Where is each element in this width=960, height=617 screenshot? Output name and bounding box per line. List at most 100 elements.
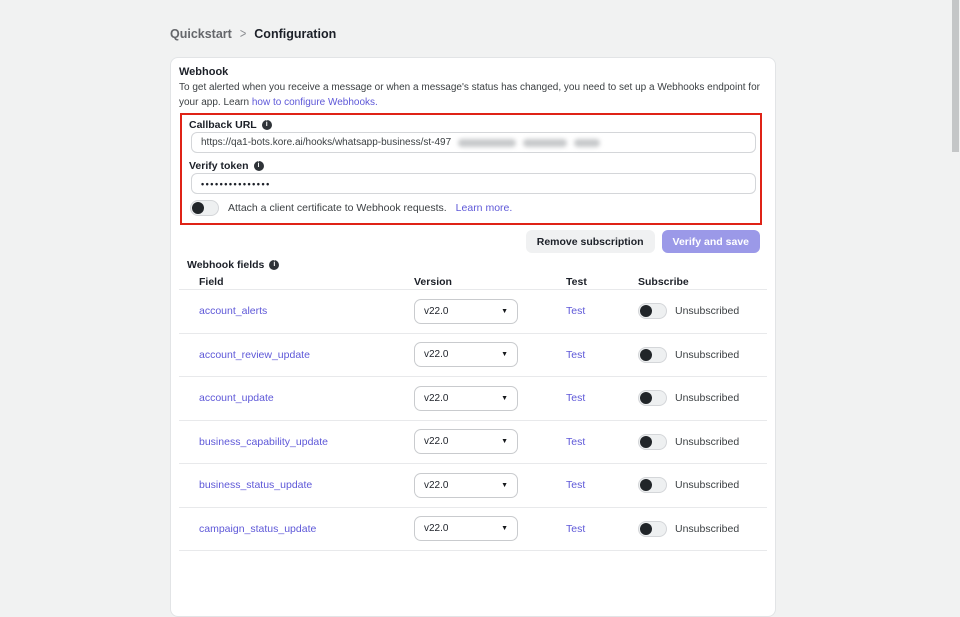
version-value: v22.0 bbox=[424, 523, 448, 534]
subscribe-status-label: Unsubscribed bbox=[675, 523, 739, 535]
callback-url-input[interactable]: https://qa1-bots.kore.ai/hooks/whatsapp-… bbox=[191, 132, 756, 153]
subscribe-cell: Unsubscribed bbox=[638, 303, 759, 319]
field-link[interactable]: account_update bbox=[199, 392, 414, 404]
subscribe-status-label: Unsubscribed bbox=[675, 349, 739, 361]
webhook-description: To get alerted when you receive a messag… bbox=[179, 81, 767, 110]
chevron-down-icon: ▼ bbox=[501, 525, 508, 532]
chevron-down-icon: ▼ bbox=[501, 351, 508, 358]
column-header-test: Test bbox=[566, 276, 638, 288]
field-link[interactable]: campaign_status_update bbox=[199, 523, 414, 535]
version-select[interactable]: v22.0 ▼ bbox=[414, 429, 518, 454]
version-value: v22.0 bbox=[424, 306, 448, 317]
breadcrumb-current-page: Configuration bbox=[254, 27, 336, 41]
redacted-url-blur bbox=[574, 139, 600, 147]
chevron-right-icon: > bbox=[240, 27, 246, 42]
version-value: v22.0 bbox=[424, 436, 448, 447]
version-value: v22.0 bbox=[424, 349, 448, 360]
table-row: account_alerts v22.0 ▼ Test Unsubscribed bbox=[179, 290, 767, 334]
verify-token-masked-value: ••••••••••••••• bbox=[201, 179, 271, 189]
learn-more-link[interactable]: Learn more. bbox=[456, 202, 513, 214]
version-select[interactable]: v22.0 ▼ bbox=[414, 299, 518, 324]
client-certificate-toggle[interactable] bbox=[190, 200, 219, 216]
subscribe-cell: Unsubscribed bbox=[638, 477, 759, 493]
column-header-version: Version bbox=[414, 276, 566, 288]
field-link[interactable]: business_capability_update bbox=[199, 436, 414, 448]
toggle-knob-icon bbox=[640, 305, 652, 317]
callback-url-label: Callback URL i bbox=[182, 115, 760, 132]
table-row: business_status_update v22.0 ▼ Test Unsub… bbox=[179, 464, 767, 508]
subscribe-toggle[interactable] bbox=[638, 477, 667, 493]
chevron-down-icon: ▼ bbox=[501, 482, 508, 489]
test-link[interactable]: Test bbox=[566, 349, 638, 361]
test-link[interactable]: Test bbox=[566, 523, 638, 535]
column-header-field: Field bbox=[199, 276, 414, 288]
subscribe-status-label: Unsubscribed bbox=[675, 479, 739, 491]
subscribe-cell: Unsubscribed bbox=[638, 434, 759, 450]
info-icon[interactable]: i bbox=[254, 161, 264, 171]
info-icon[interactable]: i bbox=[262, 120, 272, 130]
scrollbar[interactable] bbox=[951, 0, 960, 540]
info-icon[interactable]: i bbox=[269, 260, 279, 270]
validation-highlight-box: Callback URL i https://qa1-bots.kore.ai/… bbox=[180, 113, 762, 225]
subscribe-status-label: Unsubscribed bbox=[675, 392, 739, 404]
version-select[interactable]: v22.0 ▼ bbox=[414, 342, 518, 367]
subscribe-cell: Unsubscribed bbox=[638, 521, 759, 537]
webhook-fields-title: Webhook fields i bbox=[187, 258, 767, 271]
client-certificate-label: Attach a client certificate to Webhook r… bbox=[228, 202, 447, 214]
test-link[interactable]: Test bbox=[566, 392, 638, 404]
subscribe-cell: Unsubscribed bbox=[638, 390, 759, 406]
toggle-knob-icon bbox=[640, 523, 652, 535]
version-select[interactable]: v22.0 ▼ bbox=[414, 473, 518, 498]
field-link[interactable]: business_status_update bbox=[199, 479, 414, 491]
version-select[interactable]: v22.0 ▼ bbox=[414, 516, 518, 541]
toggle-knob-icon bbox=[640, 479, 652, 491]
table-row: campaign_status_update v22.0 ▼ Test Unsub… bbox=[179, 508, 767, 552]
callback-url-label-text: Callback URL bbox=[189, 119, 257, 131]
table-row: account_update v22.0 ▼ Test Unsubscribed bbox=[179, 377, 767, 421]
test-link[interactable]: Test bbox=[566, 436, 638, 448]
webhook-actions: Remove subscription Verify and save bbox=[179, 230, 760, 253]
subscribe-toggle[interactable] bbox=[638, 347, 667, 363]
breadcrumb: Quickstart > Configuration bbox=[170, 27, 336, 41]
client-certificate-row: Attach a client certificate to Webhook r… bbox=[182, 197, 760, 223]
verify-token-input[interactable]: ••••••••••••••• bbox=[191, 173, 756, 194]
webhook-configuration-card: Webhook To get alerted when you receive … bbox=[170, 57, 776, 617]
callback-url-value: https://qa1-bots.kore.ai/hooks/whatsapp-… bbox=[201, 137, 451, 148]
verify-and-save-button[interactable]: Verify and save bbox=[662, 230, 760, 253]
table-row: business_capability_update v22.0 ▼ Test U… bbox=[179, 421, 767, 465]
test-link[interactable]: Test bbox=[566, 479, 638, 491]
verify-token-label-text: Verify token bbox=[189, 160, 249, 172]
webhook-section-title: Webhook bbox=[179, 66, 767, 78]
chevron-down-icon: ▼ bbox=[501, 308, 508, 315]
version-value: v22.0 bbox=[424, 480, 448, 491]
webhook-fields-title-text: Webhook fields bbox=[187, 259, 264, 271]
table-header-row: Field Version Test Subscribe bbox=[179, 274, 767, 290]
subscribe-cell: Unsubscribed bbox=[638, 347, 759, 363]
subscribe-status-label: Unsubscribed bbox=[675, 436, 739, 448]
subscribe-toggle[interactable] bbox=[638, 434, 667, 450]
test-link[interactable]: Test bbox=[566, 305, 638, 317]
configure-webhooks-link[interactable]: how to configure Webhooks. bbox=[252, 97, 378, 108]
webhook-fields-table: Field Version Test Subscribe account_ale… bbox=[179, 274, 767, 551]
subscribe-toggle[interactable] bbox=[638, 303, 667, 319]
verify-token-label: Verify token i bbox=[182, 156, 760, 173]
field-link[interactable]: account_review_update bbox=[199, 349, 414, 361]
scrollbar-thumb[interactable] bbox=[952, 0, 959, 152]
toggle-knob-icon bbox=[640, 349, 652, 361]
subscribe-status-label: Unsubscribed bbox=[675, 305, 739, 317]
toggle-knob-icon bbox=[640, 392, 652, 404]
toggle-knob-icon bbox=[192, 202, 204, 214]
redacted-url-blur bbox=[523, 139, 567, 147]
breadcrumb-quickstart-link[interactable]: Quickstart bbox=[170, 27, 232, 41]
table-row: account_review_update v22.0 ▼ Test Unsubs… bbox=[179, 334, 767, 378]
subscribe-toggle[interactable] bbox=[638, 390, 667, 406]
field-link[interactable]: account_alerts bbox=[199, 305, 414, 317]
chevron-down-icon: ▼ bbox=[501, 395, 508, 402]
redacted-url-blur bbox=[458, 139, 516, 147]
version-value: v22.0 bbox=[424, 393, 448, 404]
remove-subscription-button[interactable]: Remove subscription bbox=[526, 230, 655, 253]
subscribe-toggle[interactable] bbox=[638, 521, 667, 537]
column-header-subscribe: Subscribe bbox=[638, 276, 759, 288]
chevron-down-icon: ▼ bbox=[501, 438, 508, 445]
version-select[interactable]: v22.0 ▼ bbox=[414, 386, 518, 411]
